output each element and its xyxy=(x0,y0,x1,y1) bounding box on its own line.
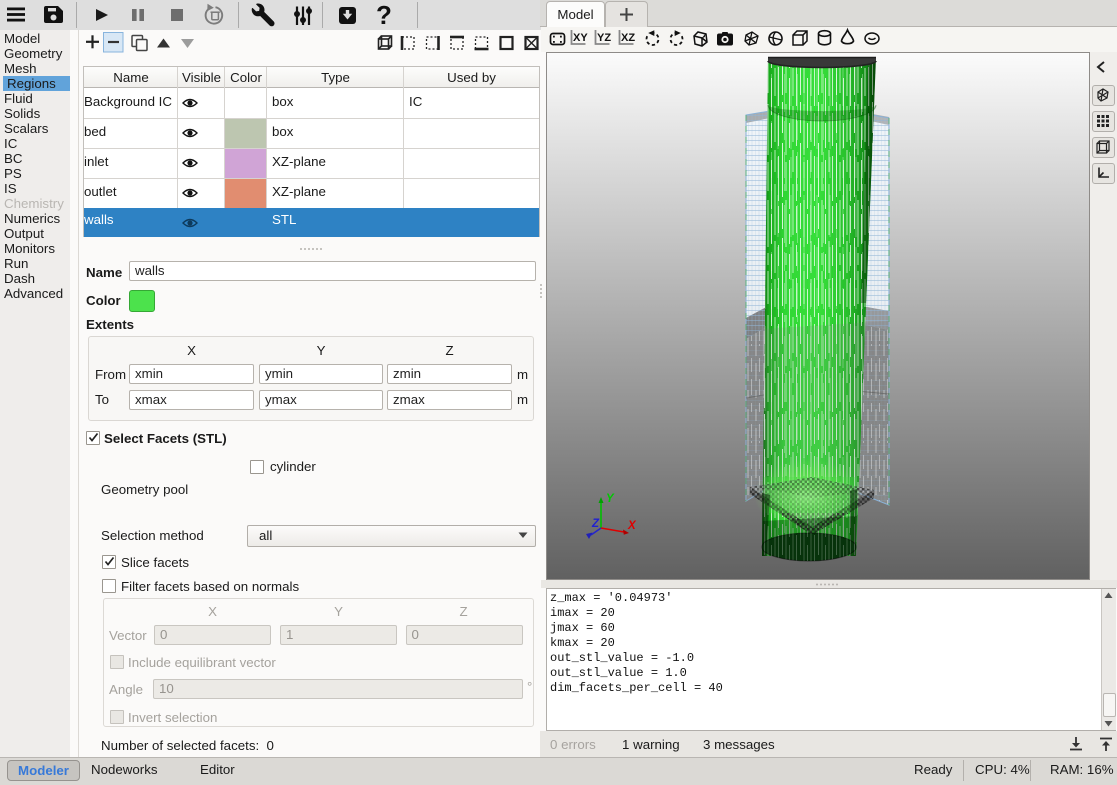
svg-text:X: X xyxy=(627,520,637,532)
svg-text:?: ? xyxy=(376,0,392,30)
svg-text:Y: Y xyxy=(606,493,615,505)
svg-text:XZ: XZ xyxy=(621,32,635,44)
svg-text:Z: Z xyxy=(591,518,600,530)
svg-text:YZ: YZ xyxy=(597,32,611,44)
svg-text:XY: XY xyxy=(573,32,588,44)
